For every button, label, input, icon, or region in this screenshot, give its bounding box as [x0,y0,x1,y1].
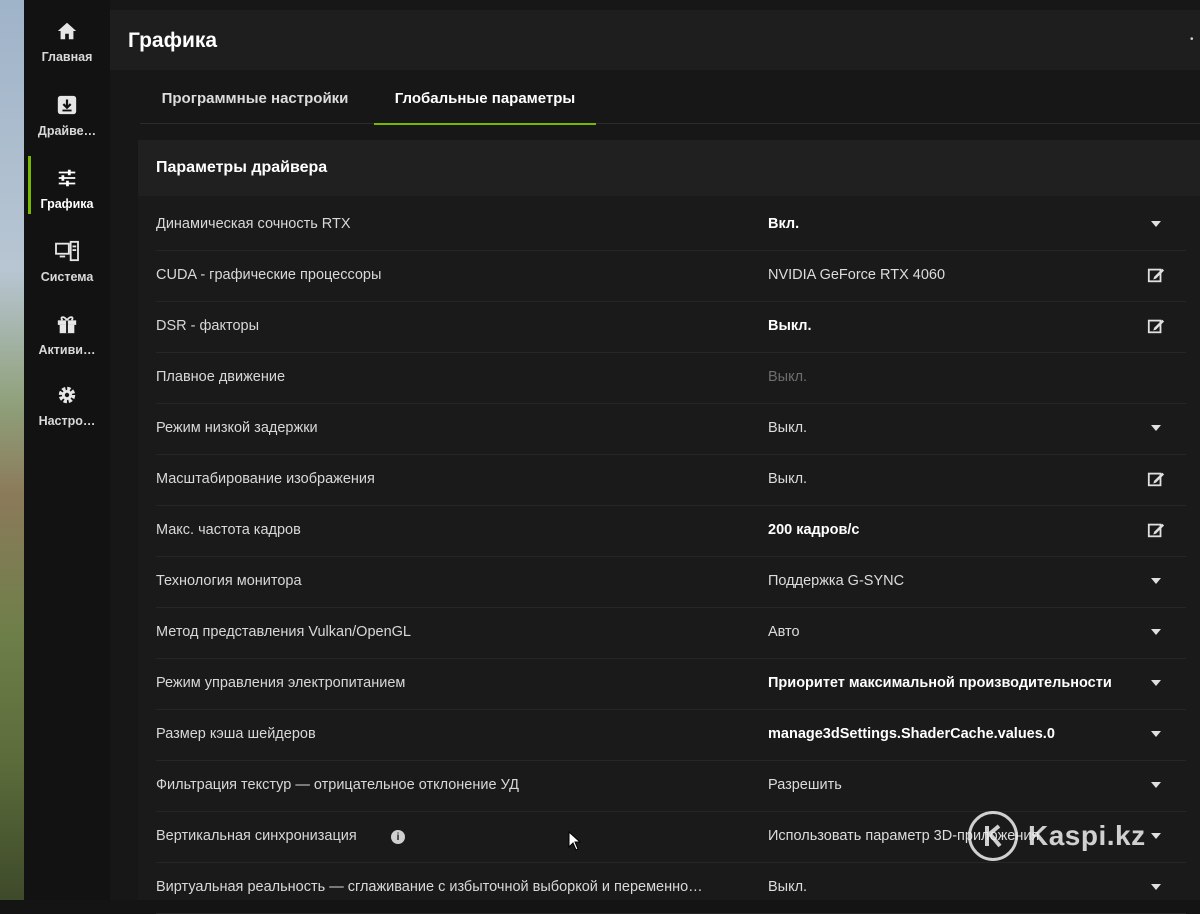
sidebar-item-home[interactable]: Главная [24,18,110,82]
setting-value[interactable]: Приоритет максимальной производительност… [768,675,1112,691]
panel-title: Параметры драйвера [138,140,1200,196]
window-control-icon[interactable]: • [1190,34,1200,45]
dropdown-caret-icon[interactable] [1146,418,1166,438]
setting-value[interactable]: Разрешить [768,777,842,793]
setting-name: CUDA - графические процессоры [156,267,382,283]
setting-name: Технология монитора [156,573,302,589]
setting-value[interactable]: Авто [768,624,800,640]
sidebar-item-drivers[interactable]: Драйве… [24,92,110,156]
sidebar-item-activities[interactable]: Активи… [24,311,110,375]
page-header: Графика • [110,10,1200,70]
sidebar-item-label: Активи… [38,343,96,357]
setting-name: Вертикальная синхронизация [156,828,357,844]
sidebar-item-label: Главная [41,50,93,64]
edit-icon[interactable] [1146,316,1166,336]
setting-row[interactable]: Виртуальная реальность — сглаживание с и… [156,863,1186,914]
setting-row[interactable]: Динамическая сочность RTX Вкл. [156,200,1186,251]
setting-name: DSR - факторы [156,318,260,334]
setting-name: Динамическая сочность RTX [156,216,351,232]
setting-value[interactable]: Вкл. [768,216,799,232]
sliders-icon [54,165,80,191]
dropdown-caret-icon[interactable] [1146,724,1166,744]
watermark-text: Kaspi.kz [1028,820,1146,851]
setting-row[interactable]: Размер кэша шейдеров manage3dSettings.Sha… [156,710,1186,761]
setting-row[interactable]: DSR - факторы Выкл. [156,302,1186,353]
setting-name: Фильтрация текстур — отрицательное откло… [156,777,519,793]
edit-icon[interactable] [1146,469,1166,489]
dropdown-caret-icon[interactable] [1146,877,1166,897]
tab-program-settings[interactable]: Программные настройки [140,72,370,124]
setting-row[interactable]: Метод представления Vulkan/OpenGL Авто [156,608,1186,659]
setting-name: Метод представления Vulkan/OpenGL [156,624,411,640]
info-icon[interactable]: i [391,830,405,844]
tab-global-settings[interactable]: Глобальные параметры [374,72,596,125]
sidebar-item-settings[interactable]: Настро… [24,382,110,446]
setting-value: Выкл. [768,318,812,334]
setting-value[interactable]: Поддержка G-SYNC [768,573,904,589]
sidebar-item-system[interactable]: Система [24,238,110,302]
tab-bar: Программные настройки Глобальные парамет… [140,72,1200,125]
setting-value: 200 кадров/с [768,522,860,538]
setting-name: Плавное движение [156,369,286,385]
dropdown-caret-icon[interactable] [1146,673,1166,693]
setting-row[interactable]: Режим управления электропитанием Приорите… [156,659,1186,710]
settings-list: Динамическая сочность RTX Вкл. CUDA - граф… [156,200,1186,914]
desktop-background [0,0,24,900]
sidebar-item-label: Драйве… [37,124,97,138]
sidebar-item-label: Графика [40,197,94,211]
download-icon [54,92,80,118]
setting-name: Виртуальная реальность — сглаживание с и… [156,879,703,895]
sidebar-item-label: Система [40,270,94,284]
edit-icon[interactable] [1146,520,1166,540]
gear-icon [54,382,80,408]
page-title: Графика [128,29,218,52]
setting-row[interactable]: Макс. частота кадров 200 кадров/с [156,506,1186,557]
sidebar: Главная Драйве… Графика Система Активи… [24,0,110,900]
setting-name: Масштабирование изображения [156,471,375,487]
main-content: Графика • Программные настройки Глобальн… [110,0,1200,914]
mouse-cursor-icon [568,831,582,851]
setting-name: Размер кэша шейдеров [156,726,316,742]
setting-name: Режим управления электропитанием [156,675,406,691]
home-icon [54,18,80,44]
dropdown-caret-icon[interactable] [1146,775,1166,795]
setting-value[interactable]: manage3dSettings.ShaderCache.values.0 [768,726,1055,742]
setting-value: Выкл. [768,471,808,487]
setting-row[interactable]: Технология монитора Поддержка G-SYNC [156,557,1186,608]
edit-icon[interactable] [1146,265,1166,285]
setting-name: Макс. частота кадров [156,522,301,538]
dropdown-caret-icon[interactable] [1146,622,1166,642]
sidebar-item-label: Настро… [38,414,96,428]
kaspi-logo-icon [968,811,1018,861]
setting-value: Выкл. [768,369,808,385]
driver-settings-panel: Параметры драйвера Динамическая сочность… [138,140,1200,914]
gift-icon [54,311,80,337]
dropdown-caret-icon[interactable] [1146,214,1166,234]
setting-value[interactable]: Выкл. [768,420,807,436]
setting-value: NVIDIA GeForce RTX 4060 [768,267,946,283]
setting-row[interactable]: Плавное движение Выкл. [156,353,1186,404]
watermark: Kaspi.kz [968,808,1198,864]
sidebar-item-graphics[interactable]: Графика [24,165,110,229]
setting-name: Режим низкой задержки [156,420,318,436]
setting-row[interactable]: CUDA - графические процессоры NVIDIA GeFo… [156,251,1186,302]
nvidia-app-window: Главная Драйве… Графика Система Активи… [24,0,1200,914]
setting-row[interactable]: Режим низкой задержки Выкл. [156,404,1186,455]
setting-row[interactable]: Масштабирование изображения Выкл. [156,455,1186,506]
setting-row[interactable]: Фильтрация текстур — отрицательное откло… [156,761,1186,812]
dropdown-caret-icon[interactable] [1146,571,1166,591]
system-icon [54,238,80,264]
setting-value[interactable]: Выкл. [768,879,807,895]
